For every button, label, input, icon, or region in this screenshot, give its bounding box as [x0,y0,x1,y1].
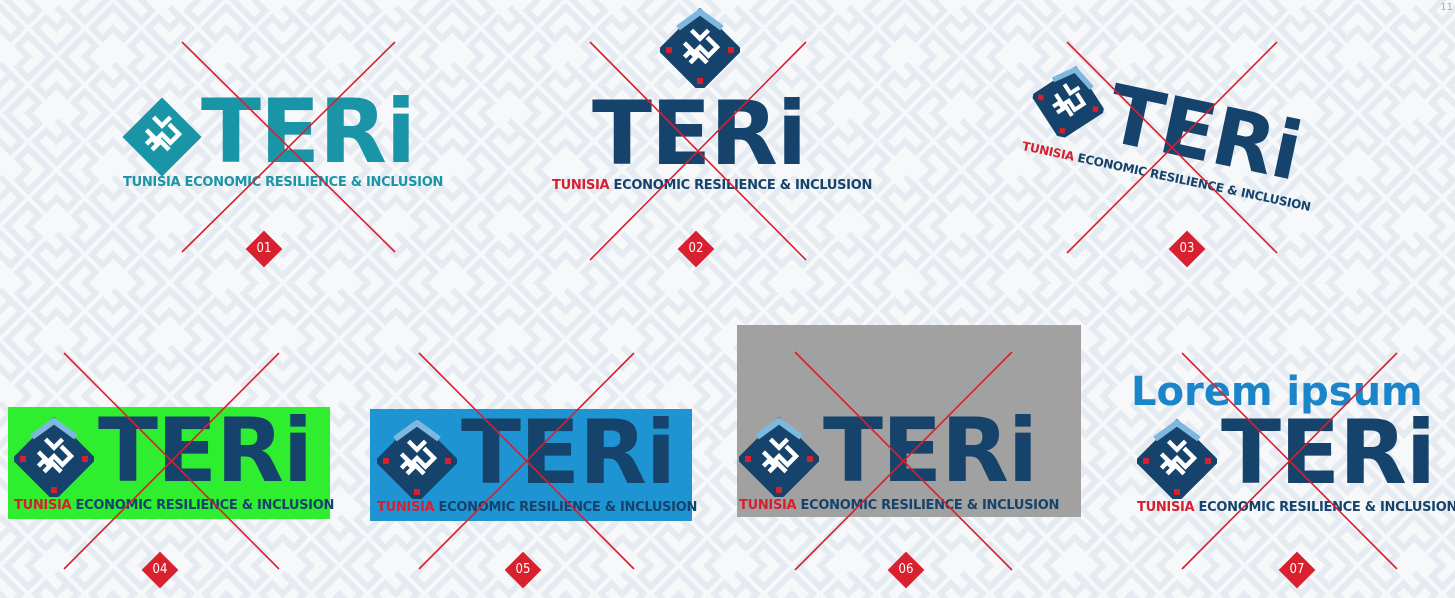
variant-number-badge: 05 [503,550,543,590]
wordmark: TERi [201,80,416,183]
teri-logo: TERi TUNISIA ECONOMIC RESILIENCE & INCLU… [375,401,697,519]
tagline-rest: ECONOMIC RESILIENCE & INCLUSION [180,175,444,190]
tagline-rest: ECONOMIC RESILIENCE & INCLUSION [796,498,1060,513]
variant-03: TERi TUNISIA ECONOMIC RESILIENCE & INCLU… [1020,40,1340,275]
kufic-emblem-icon [739,417,819,497]
badge-number: 04 [152,562,168,577]
variant-02: TERi TUNISIA ECONOMIC RESILIENCE & INCLU… [548,8,872,273]
variant-number-badge: 06 [886,550,926,590]
variant-number-badge: 03 [1167,229,1207,269]
wordmark: TERi [98,399,313,502]
variant-04: TERi TUNISIA ECONOMIC RESILIENCE & INCLU… [0,345,335,595]
badge-number: 01 [256,241,272,256]
kufic-emblem-icon [1026,59,1111,144]
kufic-emblem-icon [122,97,202,177]
tagline-country: TUNISIA [14,498,72,513]
tagline: TUNISIA ECONOMIC RESILIENCE & INCLUSION [377,500,697,515]
tagline-country: TUNISIA [1137,500,1195,515]
tagline-country: TUNISIA [1020,139,1076,164]
tagline-rest: ECONOMIC RESILIENCE & INCLUSION [609,178,873,193]
wordmark: TERi [592,82,807,185]
wordmark: TERi [823,399,1038,502]
variant-number-badge: 01 [244,229,284,269]
wordmark: TERi [461,401,676,504]
tagline: TUNISIA ECONOMIC RESILIENCE & INCLUSION [14,498,334,513]
teri-logo: TERi TUNISIA ECONOMIC RESILIENCE & INCLU… [737,399,1059,517]
teri-logo: TERi TUNISIA ECONOMIC RESILIENCE & INCLU… [1021,55,1335,215]
teri-logo: TERi TUNISIA ECONOMIC RESILIENCE & INCLU… [1137,401,1455,519]
badge-number: 07 [1289,562,1305,577]
tagline: TUNISIA ECONOMIC RESILIENCE & INCLUSION [1137,500,1455,515]
kufic-emblem-icon [14,417,94,497]
tagline: TUNISIA ECONOMIC RESILIENCE & INCLUSION [552,178,872,193]
tagline-country: TUNISIA [123,175,181,190]
page-number: 11 [1440,2,1453,13]
variant-number-badge: 02 [676,229,716,269]
tagline: TUNISIA ECONOMIC RESILIENCE & INCLUSION [739,498,1059,513]
badge-number: 06 [898,562,914,577]
tagline-country: TUNISIA [377,500,435,515]
tagline-rest: ECONOMIC RESILIENCE & INCLUSION [434,500,698,515]
variant-06: TERi TUNISIA ECONOMIC RESILIENCE & INCLU… [735,325,1085,595]
variant-05: TERi TUNISIA ECONOMIC RESILIENCE & INCLU… [365,345,700,595]
variant-number-badge: 07 [1277,550,1317,590]
teri-logo: TERi TUNISIA ECONOMIC RESILIENCE & INCLU… [121,80,443,192]
kufic-emblem-icon [660,8,740,88]
kufic-emblem-icon [1137,419,1217,499]
wordmark: TERi [1221,401,1436,504]
badge-number: 05 [515,562,531,577]
variant-number-badge: 04 [140,550,180,590]
variant-01: TERi TUNISIA ECONOMIC RESILIENCE & INCLU… [115,40,443,270]
tagline-rest: ECONOMIC RESILIENCE & INCLUSION [71,498,335,513]
tagline-country: TUNISIA [552,178,610,193]
tagline: TUNISIA ECONOMIC RESILIENCE & INCLUSION [123,175,443,190]
kufic-emblem-icon [377,419,457,499]
tagline-country: TUNISIA [739,498,797,513]
badge-number: 03 [1179,241,1195,256]
badge-number: 02 [688,241,704,256]
teri-logo: TERi TUNISIA ECONOMIC RESILIENCE & INCLU… [12,399,334,517]
tagline-rest: ECONOMIC RESILIENCE & INCLUSION [1194,500,1455,515]
variant-07: Lorem ipsum TERi TUNISIA ECONOMIC RESILI… [1125,345,1455,595]
